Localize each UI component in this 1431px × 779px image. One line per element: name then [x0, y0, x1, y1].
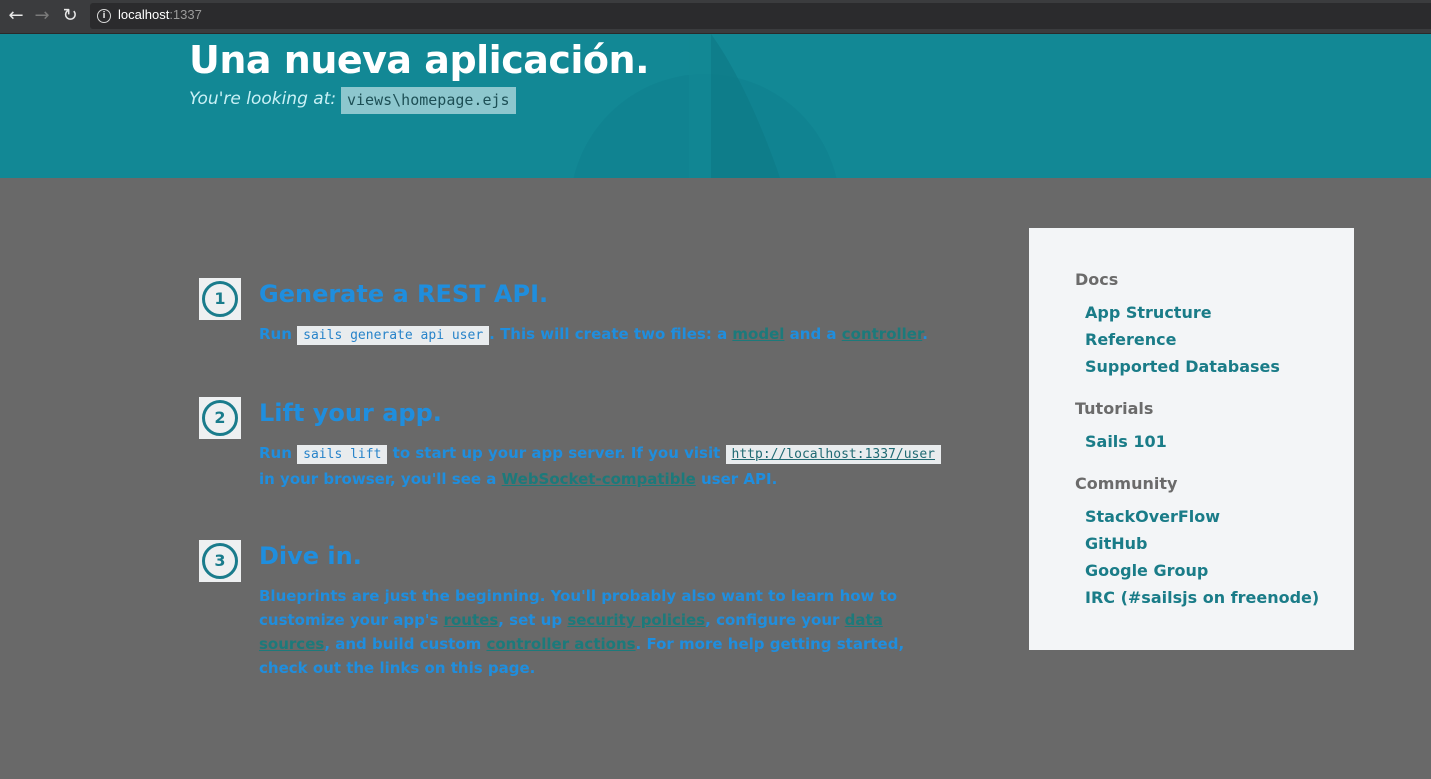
github-link[interactable]: GitHub: [1085, 534, 1148, 553]
forward-icon[interactable]: →: [30, 4, 54, 28]
info-icon[interactable]: i: [97, 9, 111, 23]
routes-link[interactable]: routes: [444, 611, 499, 629]
controller-link[interactable]: controller: [842, 325, 922, 343]
websocket-link[interactable]: WebSocket-compatible: [502, 470, 696, 488]
model-link[interactable]: model: [732, 325, 784, 343]
tutorials-heading: Tutorials: [1075, 399, 1154, 418]
code-sails-lift: sails lift: [297, 445, 388, 464]
security-policies-link[interactable]: security policies: [567, 611, 705, 629]
controller-actions-link[interactable]: controller actions: [486, 635, 635, 653]
step-3-badge: 3: [199, 540, 241, 582]
step-3-text: Blueprints are just the beginning. You'l…: [259, 587, 905, 677]
step-2-badge: 2: [199, 397, 241, 439]
url-text[interactable]: localhost:1337: [118, 7, 202, 22]
sidebar-links: Docs App Structure Reference Supported D…: [1029, 228, 1354, 650]
irc-link[interactable]: IRC (#sailsjs on freenode): [1085, 588, 1319, 607]
back-icon[interactable]: ←: [4, 4, 28, 28]
step-1-badge: 1: [199, 278, 241, 320]
address-bar[interactable]: i localhost:1337: [90, 3, 1431, 29]
reference-link[interactable]: Reference: [1085, 330, 1176, 349]
stackoverflow-link[interactable]: StackOverFlow: [1085, 507, 1220, 526]
view-file-path: views\homepage.ejs: [341, 87, 516, 114]
localhost-user-link[interactable]: http://localhost:1337/user: [725, 445, 942, 464]
header-subtitle: You're looking at:: [189, 89, 337, 109]
browser-toolbar: ← → ↻ i localhost:1337: [0, 0, 1431, 34]
step-1-text: Run sails generate api user. This will c…: [259, 325, 928, 345]
sails-101-link[interactable]: Sails 101: [1085, 432, 1167, 451]
step-2-title: Lift your app.: [259, 399, 442, 427]
google-group-link[interactable]: Google Group: [1085, 561, 1208, 580]
docs-heading: Docs: [1075, 270, 1119, 289]
step-3-title: Dive in.: [259, 542, 362, 570]
step-1-title: Generate a REST API.: [259, 280, 549, 308]
page-header: Una nueva aplicación. You're looking at:…: [0, 34, 1431, 178]
code-generate-api: sails generate api user: [297, 326, 490, 345]
step-2-number: 2: [202, 400, 238, 436]
app-structure-link[interactable]: App Structure: [1085, 303, 1212, 322]
community-heading: Community: [1075, 474, 1178, 493]
step-3-number: 3: [202, 543, 238, 579]
supported-databases-link[interactable]: Supported Databases: [1085, 357, 1280, 376]
reload-icon[interactable]: ↻: [58, 4, 82, 28]
step-1-number: 1: [202, 281, 238, 317]
page-title: Una nueva aplicación.: [189, 38, 650, 82]
step-2-text: Run sails lift to start up your app serv…: [259, 441, 949, 491]
